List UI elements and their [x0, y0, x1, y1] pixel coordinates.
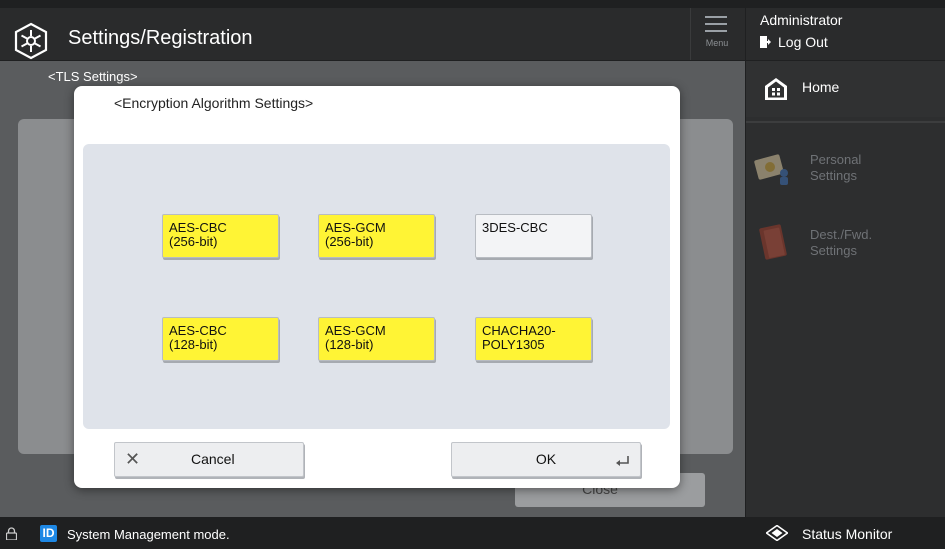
home-label: Home [802, 79, 840, 95]
close-x-icon: ✕ [125, 449, 141, 469]
page-title: Settings/Registration [68, 27, 253, 49]
settings-app-icon [14, 22, 48, 60]
enter-arrow-icon [616, 456, 629, 466]
hamburger-icon [705, 16, 727, 34]
algo-aes-gcm-128-toggle[interactable]: AES-GCM (128-bit) [318, 317, 435, 361]
top-bar: Settings/Registration Menu [0, 8, 745, 60]
address-book-icon [759, 224, 787, 260]
status-message: System Management mode. [67, 527, 230, 542]
cancel-label: Cancel [191, 451, 235, 467]
lock-icon [6, 527, 17, 540]
personal-settings-label: Personal Settings [810, 152, 862, 183]
ok-button[interactable]: OK [451, 442, 641, 477]
sidebar-item-home[interactable]: Home [746, 61, 945, 117]
dest-fwd-settings-label: Dest./Fwd. Settings [810, 227, 873, 258]
personal-settings-icon [754, 154, 788, 185]
algo-chacha20-poly1305-toggle[interactable]: CHACHA20- POLY1305 [475, 317, 592, 361]
status-bar: ID System Management mode. [0, 518, 745, 549]
id-badge: ID [40, 525, 57, 542]
algo-aes-gcm-256-toggle[interactable]: AES-GCM (256-bit) [318, 214, 435, 258]
algo-aes-cbc-128-toggle[interactable]: AES-CBC (128-bit) [162, 317, 279, 361]
encryption-algorithm-dialog: <Encryption Algorithm Settings> AES-CBC … [74, 86, 680, 488]
algo-aes-cbc-256-toggle[interactable]: AES-CBC (256-bit) [162, 214, 279, 258]
ok-label: OK [535, 451, 557, 467]
status-monitor-icon [766, 525, 788, 541]
status-monitor-button[interactable]: Status Monitor [746, 518, 945, 549]
user-name: Administrator [760, 12, 843, 28]
cancel-button[interactable]: ✕ Cancel [114, 442, 304, 477]
algo-label: AES-CBC (256-bit) [169, 220, 227, 249]
algo-label: AES-GCM (256-bit) [325, 220, 386, 249]
sidebar-item-personal-settings[interactable]: Personal Settings [746, 145, 945, 197]
logout-label: Log Out [778, 34, 828, 50]
sidebar: Home Personal Settings Dest./Fwd. Settin… [746, 61, 945, 517]
home-icon [765, 78, 787, 100]
algo-label: AES-GCM (128-bit) [325, 323, 386, 352]
algorithm-panel: AES-CBC (256-bit) AES-GCM (256-bit) 3DES… [83, 144, 670, 429]
status-monitor-label: Status Monitor [802, 526, 893, 542]
dialog-title: <Encryption Algorithm Settings> [114, 95, 314, 111]
user-panel: Administrator Log Out [746, 8, 945, 60]
algo-label: AES-CBC (128-bit) [169, 323, 227, 352]
section-title: <TLS Settings> [48, 69, 138, 84]
menu-label: Menu [705, 38, 729, 48]
divider [746, 121, 945, 123]
algo-label: 3DES-CBC [482, 220, 548, 235]
menu-button[interactable]: Menu [690, 8, 743, 60]
sidebar-item-dest-fwd-settings[interactable]: Dest./Fwd. Settings [746, 217, 945, 273]
algo-label: CHACHA20- POLY1305 [482, 323, 556, 352]
logout-button[interactable]: Log Out [760, 34, 828, 50]
algo-3des-cbc-toggle[interactable]: 3DES-CBC [475, 214, 592, 258]
logout-icon [760, 36, 771, 48]
